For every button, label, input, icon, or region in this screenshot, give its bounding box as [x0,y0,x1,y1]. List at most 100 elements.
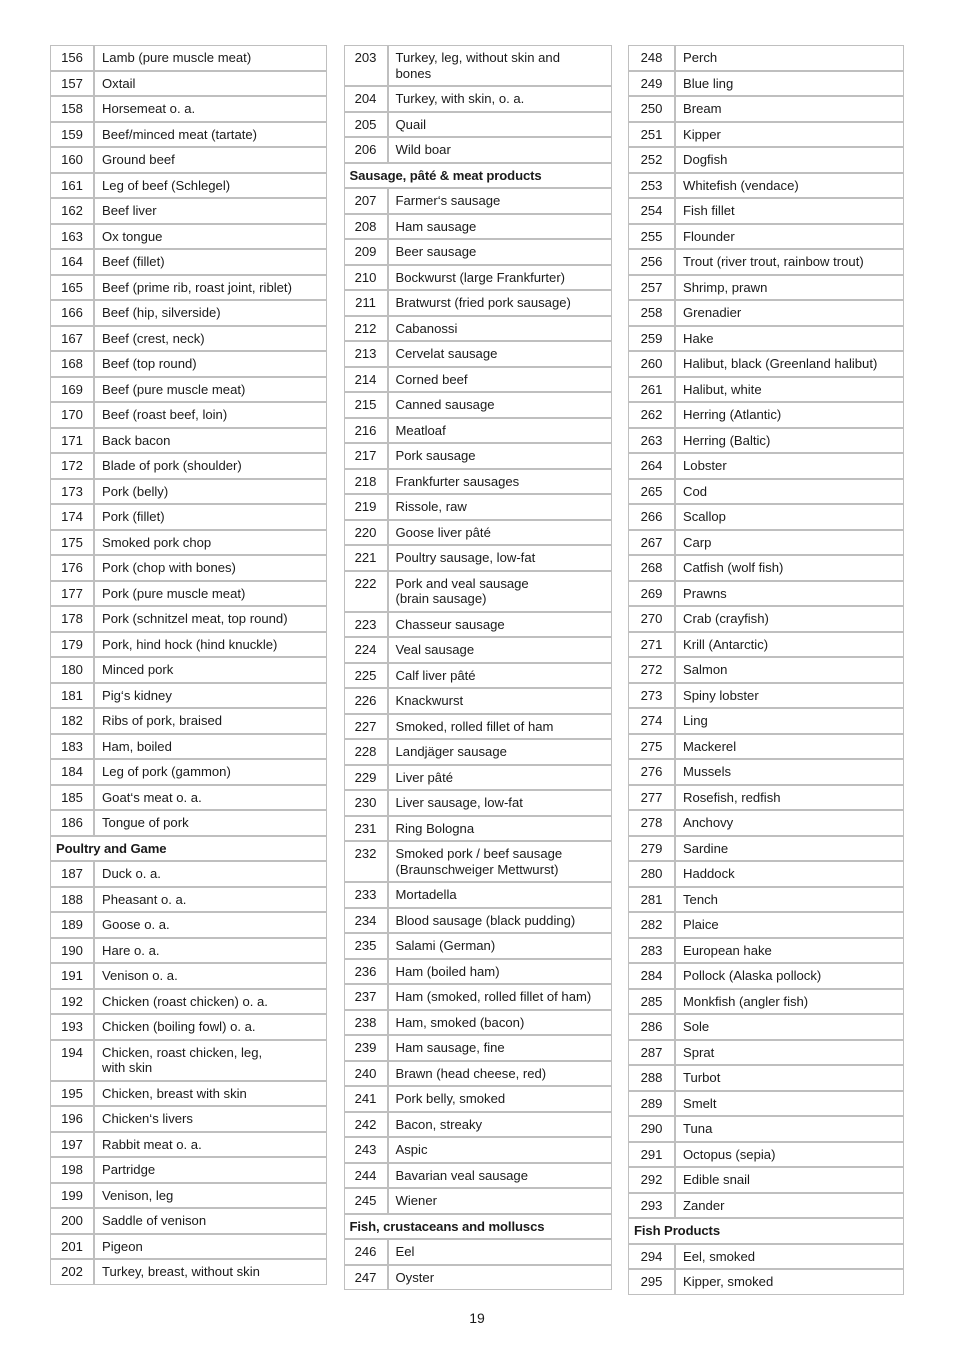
food-name: Fish fillet [675,198,904,224]
food-name-line: Halibut, white [683,381,762,397]
food-name-line: Grenadier [683,305,742,320]
food-code-number: 183 [50,733,94,759]
food-name: Lobster [675,453,904,479]
food-name-line: European hake [683,942,772,958]
food-name-line: Eel, smoked [683,1248,756,1264]
table-row: 260 Halibut, black (Greenland halibut) [628,351,904,377]
table-row: 163 Ox tongue [50,223,327,249]
table-row: 238 Ham, smoked (bacon) [343,1009,612,1035]
food-name-line: bones [395,65,432,81]
table-row: 193 Chicken (boiling fowl) o. a. [50,1014,327,1040]
food-code-number: 215 [343,392,388,418]
table-row: 282 Plaice [628,912,904,938]
food-name: Beef (hip, silverside) [94,300,327,326]
food-name: Smelt [675,1090,904,1116]
food-name-line: Hake [683,330,714,346]
food-name-line: Flounder [683,228,735,244]
food-name-line: Bockwurst (large Frankfurter) [395,269,566,285]
food-name: Chasseur sausage [387,611,612,637]
table-row: 280 Haddock [628,861,904,887]
food-code-number: 262 [628,402,675,428]
food-name: Ham, smoked (bacon) [387,1009,612,1035]
table-row: 216 Meatloaf [343,417,612,443]
table-row: 185 Goat‘s meat o. a. [50,784,327,810]
food-code-number: 289 [628,1090,675,1116]
food-code-number: 185 [50,784,94,810]
food-name-line: with skin [102,1060,153,1075]
table-row: 257 Shrimp, prawn [628,274,904,300]
food-code-number: 173 [50,478,94,504]
food-code-number: 290 [628,1116,675,1142]
table-row: 287 Sprat [628,1039,904,1065]
food-name-line: Rissole, raw [395,499,467,514]
food-name-line: Poultry sausage, low-fat [395,550,536,565]
food-name-line: Landjäger sausage [395,744,507,759]
food-name-line: Mortadella [395,887,457,902]
document-page: 156 Lamb (pure muscle meat) 157 Oxtail 158 Ho… [0,0,954,1354]
food-code-number: 163 [50,223,94,249]
table-row: 164 Beef (fillet) [50,249,327,275]
food-code-number: 270 [628,606,675,632]
food-name-line: Octopus (sepia) [683,1146,776,1162]
food-code-number: 244 [343,1162,388,1188]
food-name-line: Bratwurst (fried pork sausage) [395,295,571,310]
food-code-number: 172 [50,453,94,479]
food-name-line: Pheasant o. a. [102,891,187,907]
food-name: Halibut, black (Greenland halibut) [675,351,904,377]
food-name: European hake [675,937,904,963]
food-name-line: Blood sausage (black pudding) [395,912,576,928]
food-name-line: Brawn (head cheese, red) [395,1065,547,1081]
food-name: Salmon [675,657,904,683]
table-row: 240 Brawn (head cheese, red) [343,1060,612,1086]
food-name: Pork (schnitzel meat, top round) [94,606,327,632]
food-name-line: Sardine [683,840,729,856]
food-code-number: 210 [343,264,388,290]
food-name: Corned beef [387,366,612,392]
food-name-line: Meatloaf [395,422,446,438]
food-code-table: 248 Perch 249 Blue ling 250 Bream 251 Kipper 252… [628,45,904,1295]
food-code-number: 267 [628,529,675,555]
food-code-number: 279 [628,835,675,861]
food-name: Cabanossi [387,315,612,341]
food-code-number: 158 [50,96,94,122]
food-name-line: Beef (crest, neck) [102,330,205,346]
food-name: Venison, leg [94,1182,327,1208]
food-name: Bream [675,96,904,122]
table-row: 175 Smoked pork chop [50,529,327,555]
table-row: 292 Edible snail [628,1167,904,1193]
food-code-number: 291 [628,1141,675,1167]
food-code-number: 211 [343,290,388,316]
food-name-line: Leg of beef (Schlegel) [102,177,231,193]
food-name-line: Pigeon [102,1238,143,1254]
table-row: 219 Rissole, raw [343,494,612,520]
food-name-line: Lamb (pure muscle meat) [102,50,252,65]
food-code-number: 156 [50,45,94,71]
food-name: Salami (German) [387,933,612,959]
food-code-number: 179 [50,631,94,657]
food-code-number: 259 [628,325,675,351]
food-name-line: Canned sausage [395,397,495,412]
food-name: Beef (fillet) [94,249,327,275]
food-name: Pollock (Alaska pollock) [675,963,904,989]
table-row: 201 Pigeon [50,1233,327,1259]
table-row: 241 Pork belly, smoked [343,1086,612,1112]
food-name: Plaice [675,912,904,938]
food-name: Lamb (pure muscle meat) [94,45,327,71]
food-name: Ham, boiled [94,733,327,759]
food-name: Spiny lobster [675,682,904,708]
food-name: Pork (pure muscle meat) [94,580,327,606]
food-name: Leg of pork (gammon) [94,759,327,785]
food-name: Chicken (roast chicken) o. a. [94,988,327,1014]
food-name-line: Fish fillet [683,203,735,218]
food-code-number: 164 [50,249,94,275]
food-name-line: Tongue of pork [102,815,189,830]
food-name-line: Salmon [683,662,728,677]
food-name-line: Pork, hind hock (hind knuckle) [102,636,278,652]
table-row: 285 Monkfish (angler fish) [628,988,904,1014]
food-code-number: 265 [628,478,675,504]
food-name: Smoked pork / beef sausage (Braunschweige… [387,841,612,882]
food-name: Bacon, streaky [387,1111,612,1137]
table-row: 205 Quail [343,111,612,137]
food-name: Whitefish (vendace) [675,172,904,198]
table-row: 210 Bockwurst (large Frankfurter) [343,264,612,290]
